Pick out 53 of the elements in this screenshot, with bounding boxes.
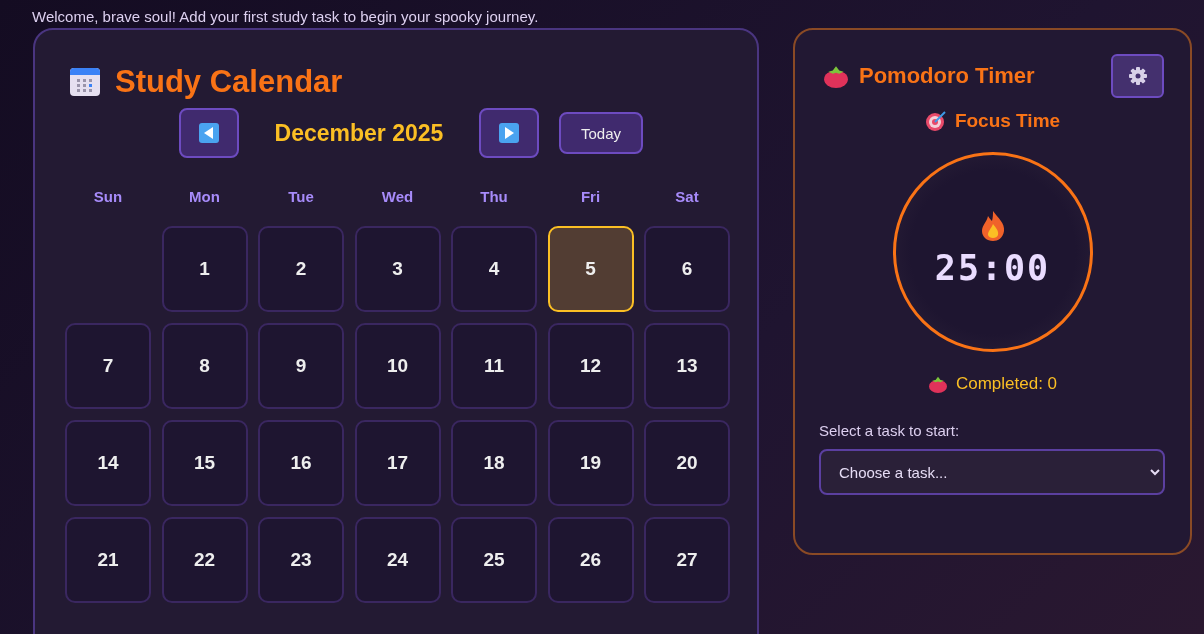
calendar-icon: [69, 66, 101, 98]
weekday-label: Thu: [479, 188, 509, 205]
target-icon: [924, 110, 947, 132]
weekday-label: Tue: [287, 188, 315, 205]
settings-icon: [1127, 66, 1148, 86]
tomato-icon: [927, 375, 948, 393]
timer-mode-label: Focus Time: [954, 110, 1061, 132]
timer-display: 25:00: [934, 248, 1051, 288]
day-cell[interactable]: 10: [354, 323, 441, 409]
weekday-label: Wed: [380, 188, 415, 205]
day-cell[interactable]: 8: [161, 323, 248, 409]
day-cell[interactable]: 21: [65, 517, 151, 603]
weekday-label: Fri: [579, 188, 602, 205]
day-cell[interactable]: 22: [161, 517, 248, 603]
day-cell[interactable]: 20: [644, 420, 730, 506]
day-cell[interactable]: 25: [451, 517, 537, 603]
day-cell[interactable]: 9: [258, 323, 344, 409]
task-select-label: Select a task to start:: [819, 422, 961, 439]
day-cell[interactable]: 14: [65, 420, 151, 506]
day-cell[interactable]: 5: [547, 226, 634, 312]
weekday-label: Sun: [92, 188, 124, 205]
next-month-button[interactable]: [479, 108, 539, 158]
weekday-label: Sat: [674, 188, 700, 205]
day-cell[interactable]: 11: [451, 323, 537, 409]
day-cell[interactable]: 26: [547, 517, 634, 603]
day-cell[interactable]: 27: [644, 517, 730, 603]
day-cell[interactable]: 1: [161, 226, 248, 312]
previous-month-button[interactable]: [179, 108, 239, 158]
day-cell[interactable]: 2: [258, 226, 344, 312]
day-cell[interactable]: 3: [354, 226, 441, 312]
settings-button[interactable]: [1111, 54, 1164, 98]
day-cell[interactable]: 6: [644, 226, 730, 312]
day-cell[interactable]: 23: [258, 517, 344, 603]
day-cell[interactable]: 16: [258, 420, 344, 506]
tomato-icon: [823, 64, 849, 88]
day-cell[interactable]: 19: [547, 420, 634, 506]
fire-icon: [979, 210, 1006, 242]
completed-count: Completed: 0: [955, 374, 1058, 394]
timer-title: Pomodoro Timer: [859, 63, 1035, 89]
day-cell[interactable]: 7: [65, 323, 151, 409]
day-cell[interactable]: 12: [547, 323, 634, 409]
welcome-message: Welcome, brave soul! Add your first study task to begin your spooky journey.: [32, 8, 539, 25]
day-cell[interactable]: 18: [451, 420, 537, 506]
day-cell[interactable]: 24: [354, 517, 441, 603]
day-cell[interactable]: 15: [161, 420, 248, 506]
month-label: December 2025: [273, 119, 445, 147]
day-cell[interactable]: 13: [644, 323, 730, 409]
day-cell[interactable]: 4: [451, 226, 537, 312]
day-cell[interactable]: 17: [354, 420, 441, 506]
today-button[interactable]: Today: [559, 112, 643, 154]
calendar-title: Study Calendar: [115, 64, 343, 100]
weekday-label: Mon: [188, 188, 221, 205]
task-select[interactable]: Choose a task...: [819, 449, 1165, 495]
